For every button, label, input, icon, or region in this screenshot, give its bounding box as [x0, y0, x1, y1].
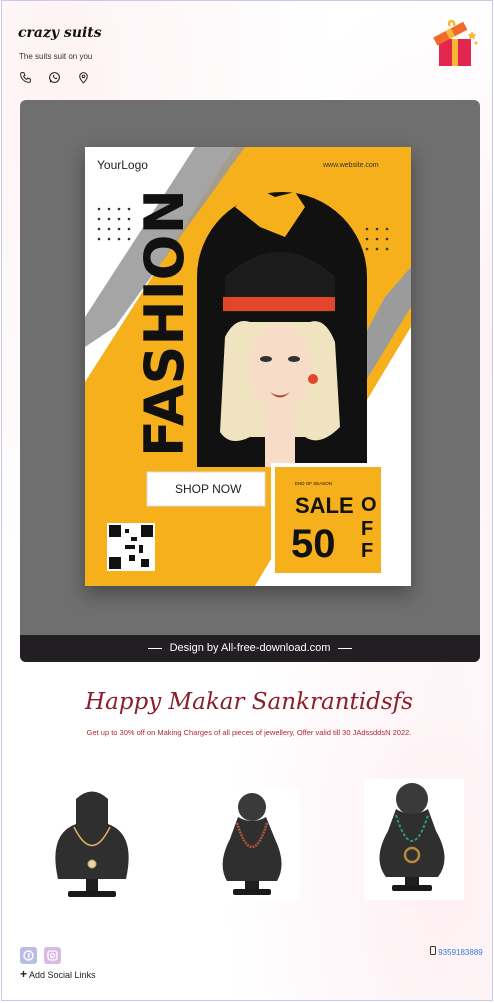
promo-title: Happy Makar Sankrantidsfs — [85, 689, 413, 715]
phone-number: 9359183889 — [438, 948, 483, 957]
flyer-website: www.website.com — [322, 162, 379, 169]
promo-subtitle: Get up to 30% off on Making Charges of a… — [86, 728, 412, 737]
shop-now-text: SHOP NOW — [175, 482, 242, 496]
add-social-links-button[interactable]: + Add Social Links — [20, 967, 96, 981]
poster-credit-bar: Design by All-free-download.com — [20, 635, 480, 662]
sale-word: SALE — [295, 493, 354, 518]
fashion-flyer: FASHION YourLogo www.website.com SHOP NO… — [85, 147, 411, 586]
mobile-icon — [430, 946, 438, 957]
add-social-label: Add Social Links — [29, 970, 96, 980]
sale-f1: F — [361, 518, 373, 540]
whatsapp-icon[interactable] — [48, 71, 61, 84]
flyer-headline: FASHION — [133, 189, 196, 457]
gift-icon[interactable] — [428, 17, 480, 69]
flyer-logo: YourLogo — [97, 158, 148, 172]
brand-name: crazy suits — [18, 25, 102, 41]
instagram-icon[interactable] — [44, 947, 61, 964]
sale-o: O — [361, 494, 377, 516]
product-card[interactable] — [205, 789, 300, 901]
product-card[interactable] — [364, 779, 464, 900]
location-icon[interactable] — [77, 71, 90, 84]
poster-credit: Design by All-free-download.com — [169, 642, 331, 654]
tagline: The suits suit on you — [19, 52, 93, 61]
banner-poster[interactable]: FASHION YourLogo www.website.com SHOP NO… — [20, 100, 480, 662]
sale-number: 50 — [291, 522, 336, 566]
phone-icon[interactable] — [19, 71, 32, 84]
phone-link[interactable]: 9359183889 — [430, 946, 483, 957]
plus-icon: + — [20, 967, 28, 981]
product-card[interactable] — [36, 779, 148, 917]
sale-small-text: END OF SEASON — [295, 481, 332, 486]
contact-icons — [19, 71, 90, 84]
page-container: crazy suits The suits suit on you FASHIO… — [1, 0, 493, 1001]
facebook-icon[interactable] — [20, 947, 37, 964]
sale-f2: F — [361, 540, 373, 562]
